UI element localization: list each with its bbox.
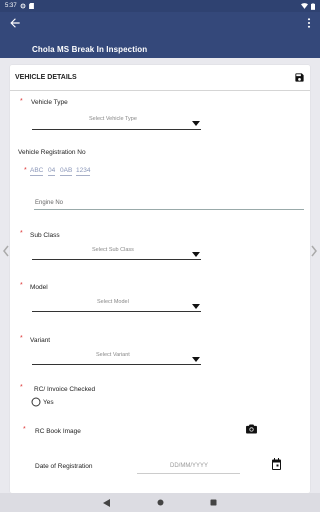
radio-icon[interactable] bbox=[31, 397, 41, 407]
required-marker: * bbox=[20, 98, 23, 105]
variant-label: Variant bbox=[30, 337, 51, 344]
registration-date-input[interactable]: DD/MM/YYYY bbox=[170, 463, 208, 469]
registration-date-label: Date of Registration bbox=[35, 463, 93, 470]
registration-date-underline bbox=[137, 473, 240, 474]
dropdown-arrow-icon[interactable] bbox=[192, 252, 200, 257]
model-label: Model bbox=[30, 284, 48, 291]
wifi-icon bbox=[301, 3, 308, 9]
required-marker: * bbox=[24, 167, 27, 174]
nav-home-icon[interactable] bbox=[157, 499, 164, 506]
registration-number-field[interactable]: 1234 bbox=[76, 167, 91, 176]
required-marker: * bbox=[20, 282, 23, 289]
card-header: VEHICLE DETAILS bbox=[10, 65, 310, 91]
registration-series-field[interactable]: 0AB bbox=[60, 167, 73, 176]
save-icon[interactable] bbox=[294, 72, 305, 83]
required-marker: * bbox=[20, 230, 23, 237]
app-bar: Chola MS Break In Inspection bbox=[0, 12, 320, 58]
nav-recents-icon[interactable] bbox=[210, 499, 217, 506]
required-marker: * bbox=[23, 426, 26, 433]
model-select[interactable]: Select Model bbox=[97, 299, 129, 305]
rc-invoice-yes-label[interactable]: Yes bbox=[43, 399, 54, 406]
vehicle-type-select[interactable]: Select Vehicle Type bbox=[89, 116, 137, 122]
nav-back-icon[interactable] bbox=[103, 498, 111, 507]
rc-invoice-label: RC/ Invoice Checked bbox=[34, 386, 96, 393]
registration-district-field[interactable]: 04 bbox=[48, 167, 56, 176]
sd-card-icon bbox=[28, 3, 34, 9]
required-marker: * bbox=[20, 335, 23, 342]
overflow-menu-icon[interactable] bbox=[306, 17, 312, 29]
battery-icon bbox=[311, 2, 315, 10]
variant-select[interactable]: Select Variant bbox=[96, 352, 130, 358]
camera-icon[interactable] bbox=[246, 424, 257, 434]
engine-no-input[interactable]: Engine No bbox=[35, 200, 63, 206]
chevron-right-icon[interactable] bbox=[310, 245, 318, 257]
dropdown-arrow-icon[interactable] bbox=[192, 357, 200, 362]
card-body: * Vehicle Type Select Vehicle Type Vehic… bbox=[10, 91, 310, 493]
sub-class-underline bbox=[32, 259, 201, 260]
status-bar: 5:37 bbox=[0, 0, 320, 12]
variant-underline bbox=[32, 364, 201, 365]
required-marker: * bbox=[20, 384, 23, 391]
vehicle-details-card: VEHICLE DETAILS * Vehicle Type Select Ve… bbox=[10, 65, 310, 493]
engine-no-underline bbox=[34, 209, 304, 210]
registration-label: Vehicle Registration No bbox=[18, 149, 86, 156]
registration-state-field[interactable]: ABC bbox=[30, 167, 44, 176]
status-time: 5:37 bbox=[5, 3, 17, 9]
vehicle-type-underline bbox=[32, 129, 201, 130]
rc-book-image-label: RC Book Image bbox=[35, 428, 81, 435]
dropdown-arrow-icon[interactable] bbox=[192, 121, 200, 126]
chevron-left-icon[interactable] bbox=[2, 245, 10, 257]
sub-class-label: Sub Class bbox=[30, 232, 60, 239]
model-underline bbox=[32, 311, 201, 312]
sub-class-select[interactable]: Select Sub Class bbox=[92, 247, 134, 253]
settings-icon bbox=[20, 3, 26, 9]
system-nav-bar bbox=[0, 493, 320, 512]
calendar-icon[interactable] bbox=[271, 458, 282, 470]
card-title: VEHICLE DETAILS bbox=[15, 74, 77, 81]
page-title: Chola MS Break In Inspection bbox=[32, 45, 148, 54]
back-arrow-icon[interactable] bbox=[8, 16, 22, 30]
dropdown-arrow-icon[interactable] bbox=[192, 304, 200, 309]
vehicle-type-label: Vehicle Type bbox=[31, 99, 68, 106]
